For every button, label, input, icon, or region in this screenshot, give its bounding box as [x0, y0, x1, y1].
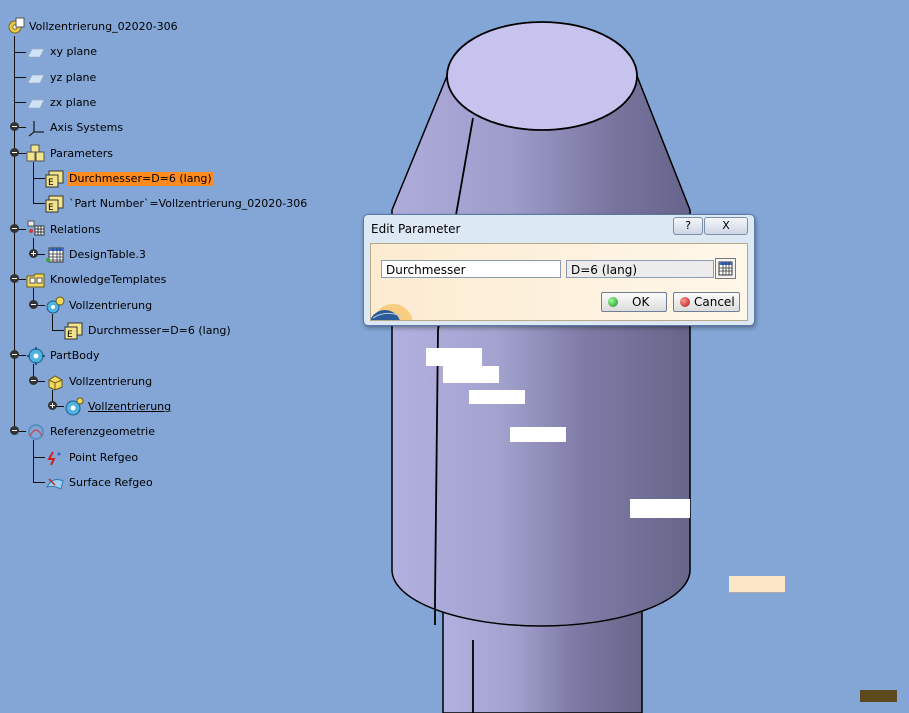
tree-item-referenzgeometrie[interactable]: Referenzgeometrie — [26, 422, 157, 442]
instance-gear-icon — [65, 397, 84, 416]
tree-item-partbody[interactable]: PartBody — [26, 346, 101, 366]
top-face[interactable] — [446, 21, 638, 131]
partbody-icon — [27, 347, 45, 365]
tree-item-powercopy[interactable]: Vollzentrierung — [45, 372, 154, 392]
cancel-icon — [680, 297, 690, 307]
tree-item-xy-plane[interactable]: xy plane — [26, 42, 99, 62]
design-table-button[interactable] — [715, 258, 736, 279]
dialog-title: Edit Parameter — [371, 222, 461, 236]
powercopy-icon — [48, 375, 63, 391]
axis-system-icon — [28, 121, 44, 137]
tree-item-surface-refgeo[interactable]: Surface Refgeo — [45, 473, 155, 493]
specification-tree[interactable]: Vollzentrierung_02020-306 xy plane yz pl… — [0, 0, 320, 520]
tree-item-yz-plane[interactable]: yz plane — [26, 68, 98, 88]
plane-icon — [27, 48, 45, 58]
expand-toggle[interactable] — [29, 249, 38, 258]
tree-item-part-number[interactable]: E `Part Number`=Vollzentrierung_02020-30… — [45, 194, 309, 214]
parameter-value-field[interactable]: D=6 (lang) — [566, 260, 714, 278]
tree-item-zx-plane[interactable]: zx plane — [26, 93, 98, 113]
selected-label: Durchmesser=D=6 (lang) — [67, 172, 214, 186]
tree-item-knowledge-templates[interactable]: KnowledgeTemplates — [26, 270, 168, 290]
parameter-icon: E — [64, 322, 83, 340]
knowledge-templates-icon — [26, 273, 45, 288]
highlight-patch — [443, 366, 499, 383]
svg-text:E: E — [48, 178, 54, 188]
collapse-toggle[interactable] — [10, 350, 19, 359]
tree-item-axis-systems[interactable]: Axis Systems — [26, 118, 125, 138]
surface-icon — [45, 478, 64, 490]
tree-item-parameters[interactable]: Parameters — [26, 144, 115, 164]
part-model[interactable] — [391, 21, 691, 713]
collapse-toggle[interactable] — [10, 122, 19, 131]
svg-text:E: E — [48, 203, 54, 213]
collapse-toggle[interactable] — [10, 426, 19, 435]
plane-icon — [27, 74, 45, 84]
plane-icon — [27, 99, 45, 109]
collapse-toggle[interactable] — [10, 148, 19, 157]
part-gear-icon — [8, 17, 25, 34]
highlight-patch — [630, 499, 690, 518]
tree-item-instance[interactable]: Vollzentrierung — [64, 397, 173, 417]
help-button[interactable]: ? — [673, 217, 703, 235]
parameter-icon: E — [45, 195, 64, 213]
parameter-icon: E — [45, 170, 64, 188]
ok-icon — [608, 297, 618, 307]
ok-button[interactable]: OK — [601, 292, 667, 312]
svg-text:E: E — [67, 330, 73, 340]
design-table-icon — [46, 247, 64, 263]
design-table-icon — [718, 261, 733, 276]
geometrical-set-icon — [28, 424, 44, 440]
template-gear-icon — [46, 296, 65, 314]
ghost-panel — [729, 576, 785, 593]
tree-item-point-refgeo[interactable]: Point Refgeo — [45, 448, 140, 468]
highlight-patch — [426, 348, 482, 366]
collapse-toggle[interactable] — [10, 224, 19, 233]
status-marker — [860, 690, 897, 702]
edit-parameter-dialog[interactable]: Edit Parameter ? X Durchmesser D=6 (lang… — [363, 214, 755, 326]
close-button[interactable]: X — [704, 217, 748, 235]
expand-toggle[interactable] — [48, 401, 57, 410]
tree-item-template-parameter[interactable]: E Durchmesser=D=6 (lang) — [64, 321, 233, 341]
collapse-toggle[interactable] — [29, 300, 38, 309]
tree-item-relations[interactable]: Relations — [26, 220, 103, 240]
relations-icon — [27, 220, 45, 236]
tree-item-design-table[interactable]: DesignTable.3 — [45, 245, 148, 265]
collapse-toggle[interactable] — [29, 376, 38, 385]
tree-root[interactable]: Vollzentrierung_02020-306 — [5, 17, 180, 37]
globe-logo — [371, 304, 413, 320]
highlight-patch — [469, 390, 525, 404]
dialog-titlebar[interactable]: Edit Parameter ? X — [364, 215, 754, 241]
tree-root-label: Vollzentrierung_02020-306 — [29, 20, 178, 33]
dialog-body: Durchmesser D=6 (lang) OK Cancel — [370, 243, 748, 321]
tree-item-template-vollzentrierung[interactable]: Vollzentrierung — [45, 296, 154, 316]
highlight-patch — [510, 427, 566, 442]
cancel-button[interactable]: Cancel — [673, 292, 740, 312]
parameter-name-field[interactable]: Durchmesser — [381, 260, 561, 278]
tree-item-parameter-selected[interactable]: E Durchmesser=D=6 (lang) — [45, 169, 214, 189]
collapse-toggle[interactable] — [10, 274, 19, 283]
parameters-icon — [26, 144, 45, 162]
point-icon — [47, 451, 61, 466]
